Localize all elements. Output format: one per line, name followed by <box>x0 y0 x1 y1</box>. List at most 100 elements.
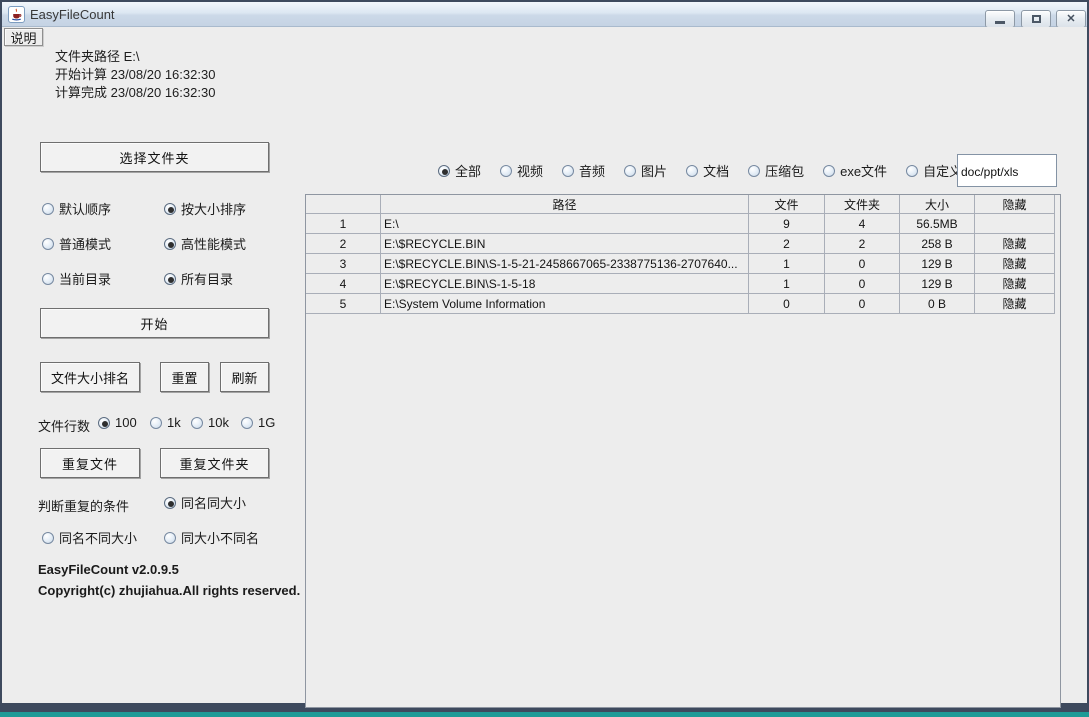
copyright-text: Copyright(c) zhujiahua.All rights reserv… <box>38 583 300 598</box>
cell-index: 4 <box>306 274 381 294</box>
radio-icon <box>906 165 918 177</box>
close-button[interactable]: ✕ <box>1056 10 1086 28</box>
cell-folders: 2 <box>825 234 900 254</box>
radio-filter-all[interactable]: 全部 <box>438 163 481 178</box>
radio-icon <box>500 165 512 177</box>
minimize-icon <box>995 21 1005 24</box>
file-size-rank-button[interactable]: 文件大小排名 <box>40 362 140 392</box>
header-size[interactable]: 大小 <box>900 195 975 214</box>
radio-filter-exe[interactable]: exe文件 <box>823 163 887 178</box>
radio-lines-1k[interactable]: 1k <box>150 415 181 430</box>
cell-size: 129 B <box>900 254 975 274</box>
cell-index: 2 <box>306 234 381 254</box>
radio-all-directories[interactable]: 所有目录 <box>164 271 233 286</box>
radio-same-name-same-size[interactable]: 同名同大小 <box>164 495 246 510</box>
radio-lines-10k[interactable]: 10k <box>191 415 229 430</box>
header-files[interactable]: 文件 <box>749 195 825 214</box>
radio-icon <box>42 532 54 544</box>
cell-hidden: 隐藏 <box>975 274 1055 294</box>
radio-icon <box>823 165 835 177</box>
header-index[interactable] <box>306 195 381 214</box>
duplicate-folders-button[interactable]: 重复文件夹 <box>160 448 269 478</box>
duplicate-files-button[interactable]: 重复文件 <box>40 448 140 478</box>
cell-size: 56.5MB <box>900 214 975 234</box>
info-finish-time: 计算完成 23/08/20 16:32:30 <box>55 82 215 101</box>
info-folder-path: 文件夹路径 E:\ <box>55 46 140 65</box>
cell-hidden: 隐藏 <box>975 234 1055 254</box>
cell-folders: 0 <box>825 254 900 274</box>
header-folders[interactable]: 文件夹 <box>825 195 900 214</box>
app-version: EasyFileCount v2.0.9.5 <box>38 562 179 577</box>
radio-lines-100[interactable]: 100 <box>98 415 137 430</box>
app-window: EasyFileCount ✕ 说明 文件夹路径 E:\ 开始计算 23/08/… <box>0 0 1089 717</box>
cell-index: 3 <box>306 254 381 274</box>
radio-icon <box>164 273 176 285</box>
cell-folders: 0 <box>825 294 900 314</box>
table-row[interactable]: 3 E:\$RECYCLE.BIN\S-1-5-21-2458667065-23… <box>306 254 1055 274</box>
radio-filter-video[interactable]: 视频 <box>500 163 543 178</box>
reset-button[interactable]: 重置 <box>160 362 209 392</box>
radio-icon <box>164 238 176 250</box>
cell-files: 0 <box>749 294 825 314</box>
radio-filter-audio[interactable]: 音频 <box>562 163 605 178</box>
radio-default-order[interactable]: 默认顺序 <box>42 201 111 216</box>
radio-current-directory[interactable]: 当前目录 <box>42 271 111 286</box>
java-app-icon <box>8 6 25 23</box>
cell-files: 1 <box>749 254 825 274</box>
table-row[interactable]: 2 E:\$RECYCLE.BIN 2 2 258 B 隐藏 <box>306 234 1055 254</box>
header-path[interactable]: 路径 <box>381 195 749 214</box>
file-type-filter-bar: 全部 视频 音频 图片 文档 压缩包 <box>438 163 962 178</box>
refresh-button[interactable]: 刷新 <box>220 362 269 392</box>
table-row[interactable]: 5 E:\System Volume Information 0 0 0 B 隐… <box>306 294 1055 314</box>
info-start-time: 开始计算 23/08/20 16:32:30 <box>55 64 215 83</box>
radio-sort-by-size[interactable]: 按大小排序 <box>164 201 246 216</box>
start-button[interactable]: 开始 <box>40 308 269 338</box>
cell-path: E:\$RECYCLE.BIN\S-1-5-18 <box>381 274 749 294</box>
radio-lines-1g[interactable]: 1G <box>241 415 275 430</box>
radio-normal-mode[interactable]: 普通模式 <box>42 236 111 251</box>
header-hidden[interactable]: 隐藏 <box>975 195 1055 214</box>
radio-icon <box>562 165 574 177</box>
table-row[interactable]: 4 E:\$RECYCLE.BIN\S-1-5-18 1 0 129 B 隐藏 <box>306 274 1055 294</box>
table-header-row: 路径 文件 文件夹 大小 隐藏 <box>306 195 1055 214</box>
radio-icon <box>191 417 203 429</box>
minimize-button[interactable] <box>985 10 1015 28</box>
results-table-pane[interactable]: 路径 文件 文件夹 大小 隐藏 1 E:\ 9 4 56.5MB <box>305 194 1061 708</box>
cell-hidden: 隐藏 <box>975 254 1055 274</box>
radio-icon <box>164 532 176 544</box>
cell-index: 1 <box>306 214 381 234</box>
radio-icon <box>42 203 54 215</box>
results-table: 路径 文件 文件夹 大小 隐藏 1 E:\ 9 4 56.5MB <box>305 194 1055 314</box>
window-title: EasyFileCount <box>30 7 115 22</box>
title-bar[interactable]: EasyFileCount ✕ <box>2 2 1087 27</box>
radio-icon <box>42 238 54 250</box>
cell-hidden <box>975 214 1055 234</box>
cell-folders: 0 <box>825 274 900 294</box>
radio-icon <box>98 417 110 429</box>
maximize-button[interactable] <box>1021 10 1051 28</box>
radio-high-performance-mode[interactable]: 高性能模式 <box>164 236 246 251</box>
custom-extensions-input[interactable] <box>957 154 1057 187</box>
cell-path: E:\ <box>381 214 749 234</box>
cell-size: 129 B <box>900 274 975 294</box>
radio-icon <box>164 203 176 215</box>
radio-icon <box>624 165 636 177</box>
bottom-accent-strip <box>0 712 1089 717</box>
radio-icon <box>686 165 698 177</box>
duplicate-criteria-label: 判断重复的条件 <box>38 496 129 515</box>
radio-same-name-diff-size[interactable]: 同名不同大小 <box>42 530 137 545</box>
menu-item-help[interactable]: 说明 <box>4 28 43 46</box>
select-folder-button[interactable]: 选择文件夹 <box>40 142 269 172</box>
cell-files: 2 <box>749 234 825 254</box>
radio-same-size-diff-name[interactable]: 同大小不同名 <box>164 530 259 545</box>
cell-index: 5 <box>306 294 381 314</box>
radio-filter-image[interactable]: 图片 <box>624 163 667 178</box>
cell-files: 9 <box>749 214 825 234</box>
close-icon: ✕ <box>1066 14 1075 25</box>
radio-filter-document[interactable]: 文档 <box>686 163 729 178</box>
radio-icon <box>241 417 253 429</box>
radio-filter-custom[interactable]: 自定义 <box>906 163 962 178</box>
table-row[interactable]: 1 E:\ 9 4 56.5MB <box>306 214 1055 234</box>
cell-path: E:\System Volume Information <box>381 294 749 314</box>
radio-filter-archive[interactable]: 压缩包 <box>748 163 804 178</box>
